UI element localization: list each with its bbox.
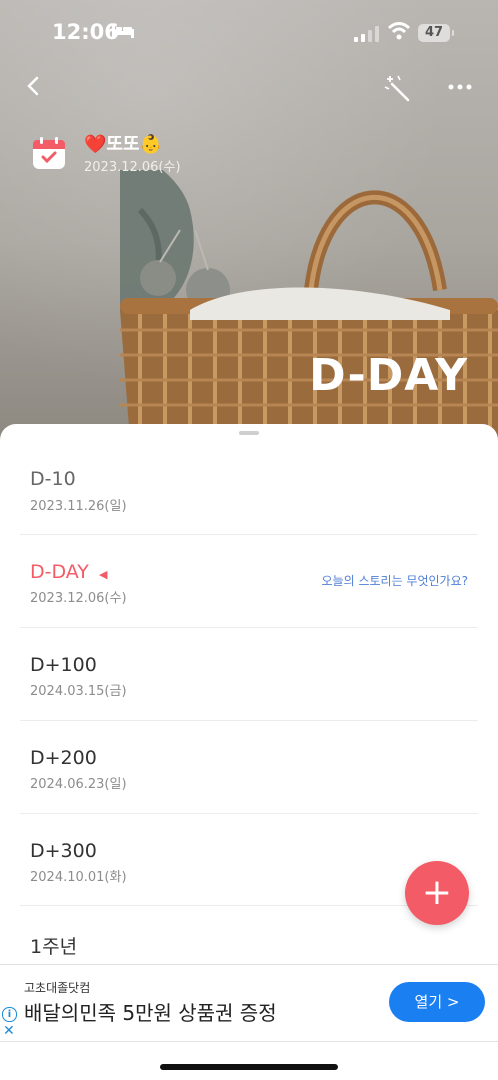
calendar-check-icon [33, 137, 65, 169]
ad-headline: 배달의민족 5만원 상품권 증정 [24, 1001, 277, 1025]
hero-banner: 12:06 47 ❤️또또👶 2023.12.06(수) D-DAY [0, 0, 498, 440]
list-item[interactable]: D-10 2023.11.26(일) [0, 444, 498, 536]
wifi-icon [388, 22, 410, 40]
ad-brand: 고초대졸닷컴 [24, 981, 91, 995]
sheet-drag-handle[interactable] [239, 431, 259, 435]
back-arrow-icon[interactable] [20, 72, 48, 100]
current-marker-icon: ◀ [98, 568, 108, 581]
banner-dday-label: D-DAY [309, 350, 468, 401]
list-item-date: 2023.11.26(일) [30, 499, 127, 514]
cellular-signal-icon [354, 26, 379, 42]
ad-open-button[interactable]: 열기 > [389, 982, 485, 1022]
list-item-title: D+200 [30, 747, 97, 769]
story-prompt-link[interactable]: 오늘의 스토리는 무엇인가요? [322, 572, 468, 589]
list-item-date: 2023.12.06(수) [30, 591, 127, 606]
list-item-date: 2024.06.23(일) [30, 777, 127, 792]
current-dday-title: D-DAY [30, 561, 89, 583]
list-item-date: 2024.03.15(금) [30, 684, 127, 699]
list-item[interactable]: D+200 2024.06.23(일) [0, 721, 498, 813]
status-time: 12:06 [52, 20, 119, 44]
more-options-icon[interactable] [446, 76, 474, 98]
list-item-title: D-DAY ◀ [30, 561, 107, 583]
list-item-title: D+100 [30, 654, 97, 676]
home-indicator[interactable] [160, 1064, 338, 1070]
list-item-title: D-10 [30, 468, 76, 490]
battery-indicator: 47 [418, 24, 454, 42]
ad-banner[interactable]: 고초대졸닷컴 배달의민족 5만원 상품권 증정 i ✕ 열기 > [0, 964, 498, 1042]
ad-info-icon[interactable]: i [2, 1007, 17, 1022]
list-item-date: 2024.10.01(화) [30, 870, 127, 885]
magic-wand-icon[interactable] [384, 74, 412, 102]
status-bar: 12:06 47 [0, 0, 498, 66]
list-item-title: D+300 [30, 840, 97, 862]
dday-name: ❤️또또👶 [84, 134, 162, 155]
ad-close-icon[interactable]: ✕ [3, 1023, 15, 1039]
add-dday-button[interactable]: + [405, 861, 469, 925]
list-item-title: 1주년 [30, 936, 78, 958]
dday-date: 2023.12.06(수) [84, 160, 181, 175]
sleep-focus-icon [112, 24, 134, 38]
list-item[interactable]: D+100 2024.03.15(금) [0, 628, 498, 720]
